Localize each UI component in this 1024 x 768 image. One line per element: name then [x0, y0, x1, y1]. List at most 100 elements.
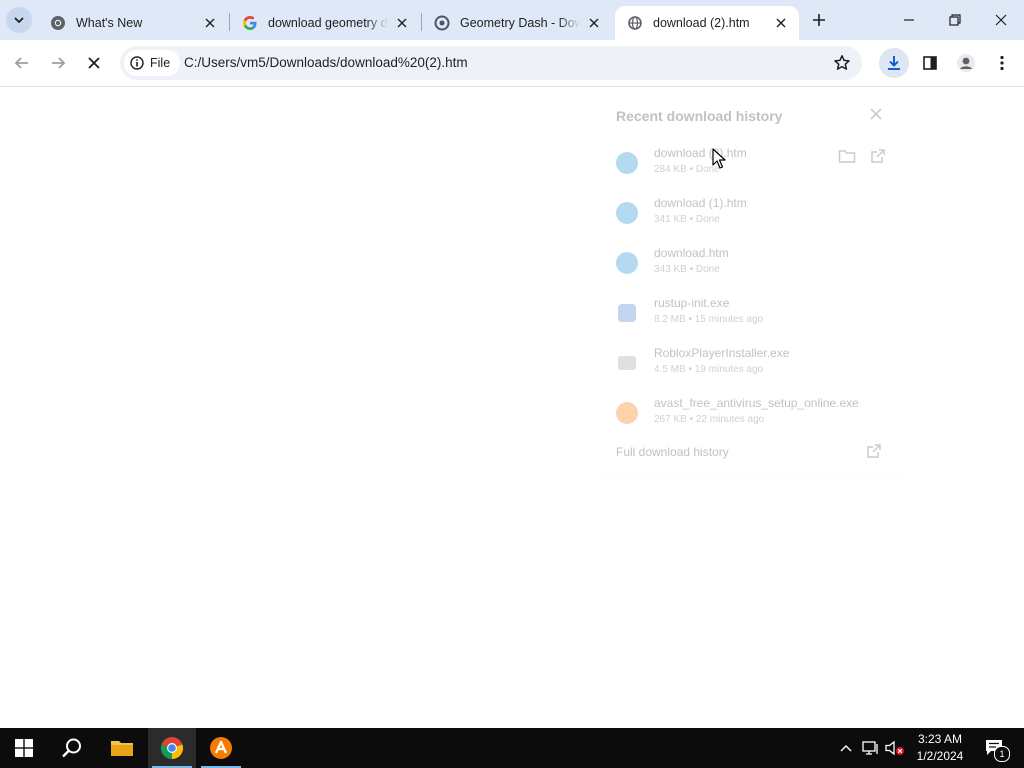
download-filename: download.htm: [654, 246, 729, 260]
download-meta: 267 KB • 22 minutes ago: [654, 414, 765, 425]
clock-date: 1/2/2024: [916, 749, 964, 763]
download-meta: 8.2 MB • 15 minutes ago: [654, 314, 764, 325]
tab-title: What's New: [76, 16, 143, 30]
downloads-button[interactable]: [879, 48, 909, 78]
download-item[interactable]: avast_free_antivirus_setup_online.exe 26…: [616, 396, 886, 436]
arrow-left-icon: [14, 57, 28, 69]
close-icon[interactable]: [586, 15, 602, 31]
download-meta: 4.5 MB • 19 minutes ago: [654, 364, 764, 375]
download-icon: [888, 56, 900, 70]
action-center-button[interactable]: 1: [980, 728, 1010, 768]
tab-search-button[interactable]: [6, 7, 32, 33]
more-vertical-icon: [1000, 55, 1004, 71]
avatar-icon: [957, 54, 975, 72]
scheme-label: File: [150, 56, 171, 70]
edge-file-icon: [616, 252, 638, 274]
open-external-icon[interactable]: [866, 443, 884, 461]
folder-icon: [111, 741, 133, 756]
profile-button[interactable]: [951, 48, 981, 78]
edge-file-icon: [616, 202, 638, 224]
volume-button[interactable]: [884, 728, 906, 768]
avast-taskbar-button[interactable]: [197, 728, 245, 768]
close-icon: [88, 57, 100, 69]
download-item[interactable]: download (1).htm 341 KB • Done: [616, 196, 886, 236]
download-filename: rustup-init.exe: [654, 296, 730, 310]
avast-icon: [210, 737, 232, 759]
google-icon: [242, 15, 258, 31]
download-bubble: Recent download history download (2).htm…: [596, 94, 904, 478]
file-globe-icon: [627, 15, 643, 31]
download-meta: 343 KB • Done: [654, 264, 720, 275]
download-bubble-title: Recent download history: [616, 108, 783, 124]
download-filename: RobloxPlayerInstaller.exe: [654, 346, 790, 360]
arrow-right-icon: [52, 57, 66, 69]
site-info-chip[interactable]: File: [124, 50, 181, 76]
tab-title: download (2).htm: [653, 16, 750, 30]
download-filename: download (1).htm: [654, 196, 747, 210]
search-button[interactable]: [48, 728, 96, 768]
roblox-icon: [618, 356, 636, 370]
minimize-button[interactable]: [886, 0, 932, 40]
chrome-icon: [50, 15, 66, 31]
download-item[interactable]: RobloxPlayerInstaller.exe 4.5 MB • 19 mi…: [616, 346, 886, 386]
download-filename: download (2).htm: [654, 146, 747, 160]
browser-toolbar: File C:/Users/vm5/Downloads/download%20(…: [0, 40, 1024, 87]
download-item[interactable]: download.htm 343 KB • Done: [616, 246, 886, 286]
network-button[interactable]: [860, 728, 882, 768]
search-icon: [62, 738, 81, 758]
close-icon[interactable]: [773, 15, 789, 31]
close-icon: [995, 14, 1007, 26]
close-icon[interactable]: [868, 106, 884, 122]
geometry-dash-icon: [434, 15, 450, 31]
download-meta: 341 KB • Done: [654, 214, 720, 225]
folder-icon[interactable]: [838, 148, 856, 169]
close-window-button[interactable]: [978, 0, 1024, 40]
tab-download-2-htm[interactable]: download (2).htm: [615, 6, 799, 40]
download-filename: avast_free_antivirus_setup_online.exe: [654, 396, 859, 410]
download-item[interactable]: rustup-init.exe 8.2 MB • 15 minutes ago: [616, 296, 886, 336]
stop-loading-button[interactable]: [79, 48, 109, 78]
restore-button[interactable]: [932, 0, 978, 40]
download-item[interactable]: download (2).htm 284 KB • Done: [616, 146, 886, 186]
chevron-up-icon: [840, 745, 852, 752]
tab-whats-new[interactable]: What's New: [38, 6, 228, 40]
side-panel-button[interactable]: [915, 48, 945, 78]
restore-icon: [949, 14, 961, 26]
plus-icon: [813, 14, 825, 26]
full-download-history-link[interactable]: Full download history: [616, 445, 729, 459]
new-tab-button[interactable]: [808, 9, 830, 31]
start-button[interactable]: [0, 728, 48, 768]
download-meta: 284 KB • Done: [654, 164, 720, 175]
close-icon[interactable]: [394, 15, 410, 31]
close-icon[interactable]: [202, 15, 218, 31]
clock-time: 3:23 AM: [917, 732, 963, 746]
address-bar[interactable]: File C:/Users/vm5/Downloads/download%20(…: [120, 46, 862, 80]
file-explorer-button[interactable]: [98, 728, 146, 768]
show-hidden-icons-button[interactable]: [836, 728, 856, 768]
chevron-down-icon: [14, 17, 24, 24]
exe-icon: [618, 304, 636, 322]
forward-button[interactable]: [43, 48, 73, 78]
url-text[interactable]: C:/Users/vm5/Downloads/download%20(2).ht…: [184, 55, 468, 70]
open-external-icon[interactable]: [870, 148, 886, 169]
taskbar: 3:23 AM 1/2/2024 1: [0, 728, 1024, 768]
chrome-icon: [160, 737, 184, 760]
avast-icon: [616, 402, 638, 424]
tab-title: download geometry dash: [268, 16, 388, 30]
side-panel-icon: [923, 56, 937, 70]
mouse-cursor-icon: [712, 148, 726, 175]
tab-strip: What's New download geometry dash Geomet…: [0, 0, 1024, 40]
notification-count-badge: 1: [994, 746, 1010, 762]
back-button[interactable]: [7, 48, 37, 78]
minimize-icon: [904, 19, 914, 21]
volume-muted-icon: [885, 740, 904, 756]
info-icon: [130, 56, 144, 70]
system-clock[interactable]: 3:23 AM 1/2/2024: [906, 731, 974, 765]
windows-logo-icon: [15, 739, 33, 757]
tab-title: Geometry Dash - Download: [460, 16, 580, 30]
bookmark-star-icon[interactable]: [832, 53, 852, 73]
chrome-taskbar-button[interactable]: [148, 728, 196, 768]
tab-google-search[interactable]: download geometry dash: [230, 6, 420, 40]
menu-button[interactable]: [987, 48, 1017, 78]
tab-geometry-dash[interactable]: Geometry Dash - Download: [422, 6, 612, 40]
